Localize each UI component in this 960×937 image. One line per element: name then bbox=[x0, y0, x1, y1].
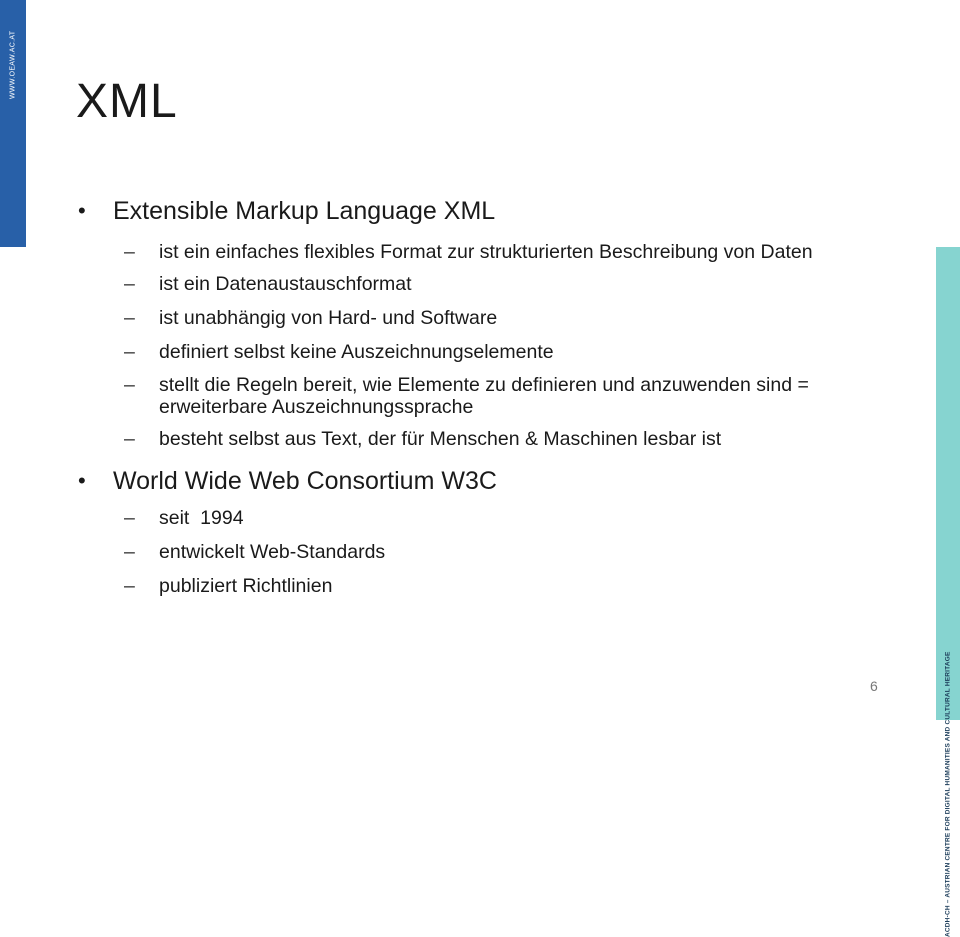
dash-mark: – bbox=[124, 541, 135, 563]
bullet-xml: • Extensible Markup Language XML bbox=[76, 192, 886, 230]
sub-item: – besteht selbst aus Text, der für Mensc… bbox=[76, 427, 886, 452]
sub-item-text: ist ein einfaches flexibles Format zur s… bbox=[159, 241, 813, 263]
dash-mark: – bbox=[124, 307, 135, 329]
sub-item-text: definiert selbst keine Auszeichnungselem… bbox=[159, 341, 554, 363]
sub-item: – stellt die Regeln bereit, wie Elemente… bbox=[76, 374, 886, 418]
sub-item-text: ist ein Datenaustauschformat bbox=[159, 273, 412, 295]
left-brand-bar: WWW.OEAW.AC.AT bbox=[0, 0, 26, 247]
dash-mark: – bbox=[124, 273, 135, 295]
sublist-w3c: – seit 1994 – entwickelt Web-Standards –… bbox=[76, 506, 886, 599]
sub-item-text: seit 1994 bbox=[159, 507, 244, 529]
sub-item-text: stellt die Regeln bereit, wie Elemente z… bbox=[159, 374, 809, 418]
sub-item: – seit 1994 bbox=[76, 506, 886, 531]
page-number: 6 bbox=[870, 678, 878, 694]
sublist-xml: – ist ein einfaches flexibles Format zur… bbox=[76, 236, 886, 452]
website-url-label: WWW.OEAW.AC.AT bbox=[9, 30, 17, 100]
bullet-w3c: • World Wide Web Consortium W3C bbox=[76, 462, 886, 500]
sub-item: – definiert selbst keine Auszeichnungsel… bbox=[76, 340, 886, 365]
slide-content: • Extensible Markup Language XML – ist e… bbox=[76, 192, 886, 609]
sub-item: – ist ein Datenaustauschformat bbox=[76, 272, 886, 297]
dash-mark: – bbox=[124, 507, 135, 529]
bullet-text: World Wide Web Consortium W3C bbox=[113, 467, 497, 495]
sub-item: – ist ein einfaches flexibles Format zur… bbox=[76, 236, 886, 268]
sub-item-text: publiziert Richtlinien bbox=[159, 575, 333, 597]
sub-item-text: ist unabhängig von Hard- und Software bbox=[159, 307, 498, 329]
dash-mark: – bbox=[124, 428, 135, 450]
sub-item: – publiziert Richtlinien bbox=[76, 574, 886, 599]
bullet-dot: • bbox=[78, 198, 86, 223]
dash-mark: – bbox=[124, 575, 135, 597]
sub-item: – entwickelt Web-Standards bbox=[76, 540, 886, 565]
right-brand-bar: ACDH-CH – AUSTRIAN CENTRE FOR DIGITAL HU… bbox=[936, 247, 960, 937]
dash-mark: – bbox=[124, 241, 135, 263]
sub-item-text: besteht selbst aus Text, der für Mensche… bbox=[159, 428, 722, 450]
slide-title: XML bbox=[76, 75, 178, 128]
sub-item-text: entwickelt Web-Standards bbox=[159, 541, 386, 563]
sub-item: – ist unabhängig von Hard- und Software bbox=[76, 306, 886, 331]
institution-name-label: ACDH-CH – AUSTRIAN CENTRE FOR DIGITAL HU… bbox=[944, 651, 952, 937]
dash-mark: – bbox=[124, 341, 135, 363]
bullet-dot: • bbox=[78, 468, 86, 493]
dash-mark: – bbox=[124, 374, 135, 396]
bullet-text: Extensible Markup Language XML bbox=[113, 197, 496, 225]
